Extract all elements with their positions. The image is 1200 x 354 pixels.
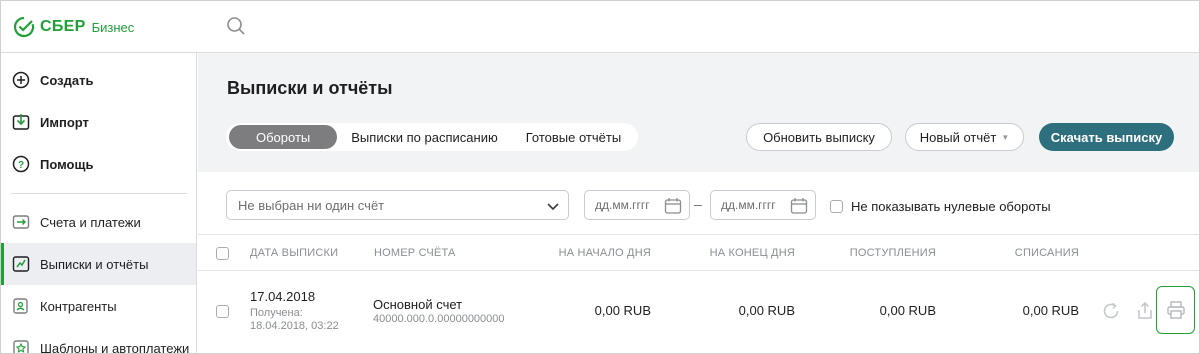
tabs: Обороты Выписки по расписанию Готовые от…	[226, 123, 639, 151]
logo-text: СБЕР	[40, 18, 86, 35]
received-label: Получена:	[250, 307, 303, 319]
sber-logo[interactable]: СБЕР Бизнес	[13, 15, 134, 39]
print-button[interactable]	[1156, 286, 1195, 334]
tab-scheduled-statements[interactable]: Выписки по расписанию	[337, 125, 511, 149]
sidebar-item-create[interactable]: Создать	[1, 59, 196, 101]
contacts-icon	[11, 296, 31, 316]
calendar-icon[interactable]	[664, 197, 682, 215]
download-statement-button[interactable]: Скачать выписку	[1039, 123, 1174, 151]
closing-balance: 0,00 RUB	[738, 303, 795, 318]
page-title: Выписки и отчёты	[227, 78, 393, 98]
import-icon	[11, 112, 31, 132]
date-from-placeholder: дд.мм.гггг	[595, 198, 650, 212]
sidebar-item-label: Выписки и отчёты	[40, 256, 149, 272]
sidebar-item-contacts[interactable]: Контрагенты	[1, 285, 196, 327]
column-header-incoming[interactable]: ПОСТУПЛЕНИЯ	[850, 247, 936, 259]
hide-zero-label: Не показывать нулевые обороты	[851, 199, 1051, 214]
column-header-opening[interactable]: НА НАЧАЛО ДНЯ	[559, 247, 651, 259]
statement-date: 17.04.2018	[250, 289, 316, 304]
sidebar-item-statements[interactable]: Выписки и отчёты	[1, 243, 196, 285]
chevron-down-icon	[547, 203, 559, 211]
export-icon[interactable]	[1135, 301, 1155, 321]
sidebar-item-import[interactable]: Импорт	[1, 101, 196, 143]
date-to-placeholder: дд.мм.гггг	[721, 198, 776, 212]
account-select-placeholder: Не выбран ни один счёт	[238, 197, 385, 213]
print-icon	[1167, 301, 1185, 319]
plus-circle-icon	[11, 70, 31, 90]
sidebar-item-label: Создать	[40, 72, 94, 88]
help-icon: ?	[11, 154, 31, 174]
account-number: 40000.000.0.00000000000	[373, 313, 505, 325]
sidebar-item-label: Шаблоны и автоплатежи	[40, 340, 190, 354]
row-checkbox[interactable]	[216, 305, 229, 318]
sidebar-item-label: Счета и платежи	[40, 214, 141, 230]
select-all-checkbox[interactable]	[216, 247, 229, 260]
refresh-statement-button[interactable]: Обновить выписку	[746, 123, 892, 151]
new-report-label: Новый отчёт	[919, 129, 997, 145]
column-header-date[interactable]: ДАТА ВЫПИСКИ	[250, 247, 338, 259]
new-report-button[interactable]: Новый отчёт ▼	[905, 123, 1024, 151]
caret-down-icon: ▼	[1001, 132, 1010, 142]
column-header-outgoing[interactable]: СПИСАНИЯ	[1015, 247, 1079, 259]
refresh-icon[interactable]	[1101, 301, 1121, 321]
sidebar-item-templates[interactable]: Шаблоны и автоплатежи	[1, 327, 196, 354]
search-icon[interactable]	[226, 16, 246, 36]
received-datetime: 18.04.2018, 03:22	[250, 320, 339, 332]
column-header-closing[interactable]: НА КОНЕЦ ДНЯ	[710, 247, 795, 259]
accounts-icon	[11, 212, 31, 232]
account-name: Основной счет	[373, 297, 463, 312]
sidebar-item-help[interactable]: ? Помощь	[1, 143, 196, 185]
date-from-field[interactable]: дд.мм.гггг	[584, 190, 690, 220]
refresh-statement-label: Обновить выписку	[763, 129, 875, 145]
sidebar-item-label: Помощь	[40, 156, 94, 172]
templates-icon	[11, 338, 31, 353]
top-bar: СБЕР Бизнес	[1, 1, 1199, 53]
date-to-field[interactable]: дд.мм.гггг	[710, 190, 816, 220]
table-header: ДАТА ВЫПИСКИ НОМЕР СЧЁТА НА НАЧАЛО ДНЯ Н…	[198, 234, 1199, 271]
table-row[interactable]: 17.04.2018 Получена: 18.04.2018, 03:22 О…	[198, 271, 1199, 353]
account-select[interactable]: Не выбран ни один счёт	[226, 190, 569, 220]
page-header: Выписки и отчёты Обороты Выписки по расп…	[198, 53, 1199, 172]
download-statement-label: Скачать выписку	[1050, 129, 1163, 145]
sidebar: Создать Импорт ? Помощь Счета и платежи	[1, 53, 197, 354]
app-frame: СБЕР Бизнес Создать Импорт ? Помощь Счет…	[0, 0, 1200, 354]
sidebar-item-accounts[interactable]: Счета и платежи	[1, 201, 196, 243]
logo-subtext: Бизнес	[91, 19, 135, 35]
sidebar-item-label: Контрагенты	[40, 298, 117, 314]
incoming-amount: 0,00 RUB	[879, 303, 936, 318]
opening-balance: 0,00 RUB	[594, 303, 651, 318]
outgoing-amount: 0,00 RUB	[1022, 303, 1079, 318]
sidebar-divider	[11, 193, 187, 194]
tab-turnover[interactable]: Обороты	[229, 125, 338, 149]
tab-ready-reports[interactable]: Готовые отчёты	[512, 125, 635, 149]
svg-text:?: ?	[18, 160, 24, 171]
sber-logo-icon	[13, 16, 35, 38]
column-header-account[interactable]: НОМЕР СЧЁТА	[374, 247, 456, 259]
hide-zero-checkbox[interactable]	[830, 200, 843, 213]
sidebar-item-label: Импорт	[40, 114, 89, 130]
date-range-dash: –	[694, 196, 702, 212]
main-content: Выписки и отчёты Обороты Выписки по расп…	[198, 53, 1199, 353]
statements-icon	[11, 254, 31, 274]
calendar-icon[interactable]	[790, 197, 808, 215]
